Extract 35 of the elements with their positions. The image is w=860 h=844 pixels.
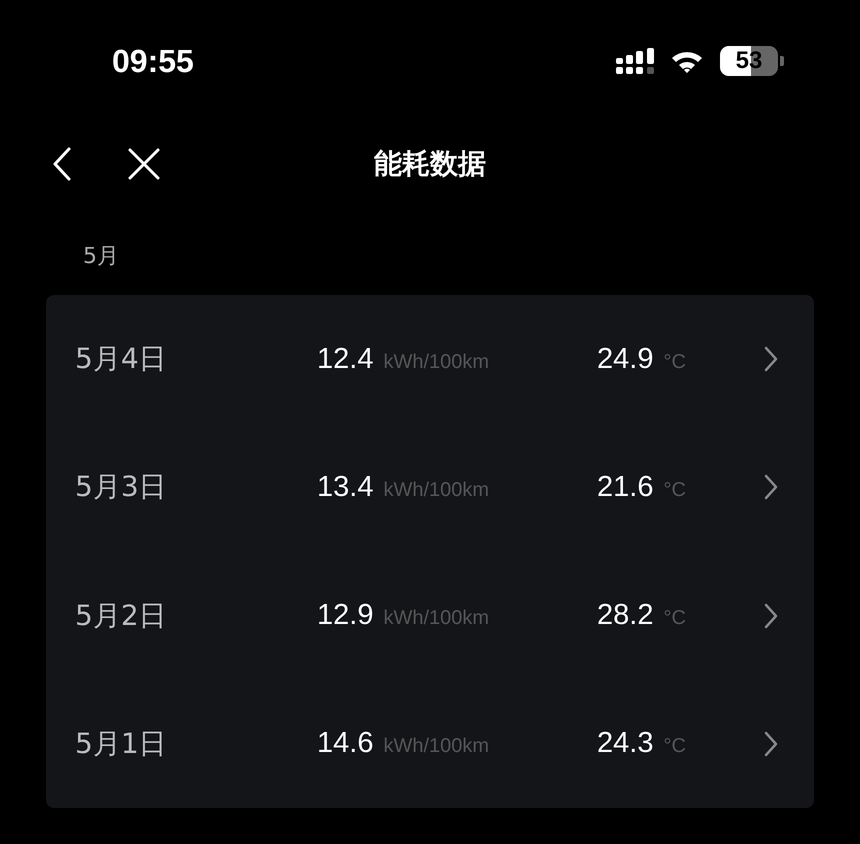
page-title: 能耗数据 <box>374 146 486 182</box>
consumption-value: 12.9 <box>317 599 374 632</box>
consumption-unit: kWh/100km <box>383 735 490 758</box>
temperature-value: 24.9 <box>597 342 654 376</box>
date-label: 5月4日 <box>75 341 168 378</box>
chevron-right-icon <box>764 346 778 372</box>
consumption-unit: kWh/100km <box>383 478 490 502</box>
temperature-value: 28.2 <box>597 599 654 632</box>
chevron-right-icon <box>764 602 778 629</box>
consumption-value: 12.4 <box>317 342 374 376</box>
section-label: 5月 <box>83 243 119 271</box>
signal-icon <box>616 48 654 74</box>
list-row[interactable]: 5月3日 13.4 kWh/100km 21.6 °C <box>46 423 814 552</box>
temperature-unit: °C <box>663 735 686 758</box>
list-row[interactable]: 5月1日 14.6 kWh/100km 24.3 °C <box>46 680 814 808</box>
back-icon[interactable] <box>52 147 72 181</box>
temperature-value: 21.6 <box>597 470 654 504</box>
temperature-unit: °C <box>663 350 686 374</box>
list-row[interactable]: 5月2日 12.9 kWh/100km 28.2 °C <box>46 552 814 680</box>
list-row[interactable]: 5月4日 12.4 kWh/100km 24.9 °C <box>46 295 814 424</box>
consumption-value: 13.4 <box>317 470 374 504</box>
consumption-unit: kWh/100km <box>383 350 490 374</box>
consumption-value: 14.6 <box>317 727 374 760</box>
temperature-unit: °C <box>663 478 686 502</box>
temperature-value: 24.3 <box>597 727 654 760</box>
date-label: 5月3日 <box>75 469 168 506</box>
date-label: 5月2日 <box>75 598 168 634</box>
wifi-icon <box>670 49 704 73</box>
chevron-right-icon <box>764 474 778 500</box>
temperature-unit: °C <box>663 607 686 630</box>
close-icon[interactable] <box>128 148 160 180</box>
consumption-unit: kWh/100km <box>383 607 490 630</box>
status-time: 09:55 <box>112 42 194 80</box>
date-label: 5月1日 <box>75 726 168 762</box>
chevron-right-icon <box>764 730 778 757</box>
